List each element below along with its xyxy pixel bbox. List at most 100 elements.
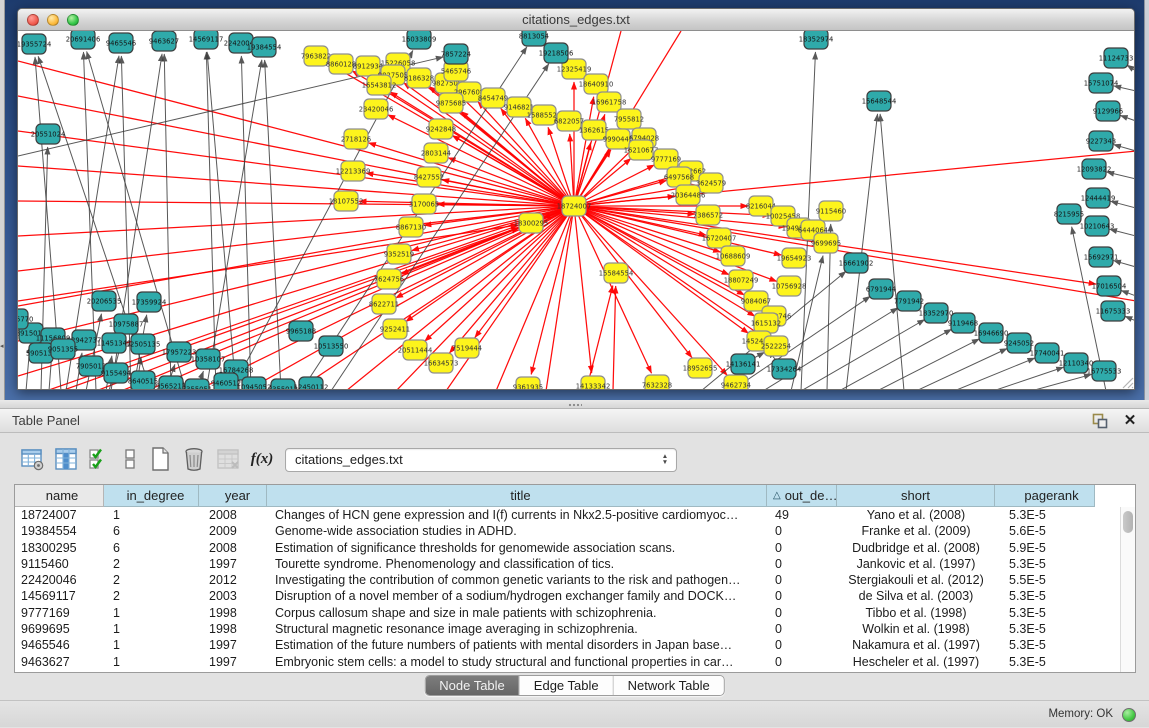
svg-text:18300295: 18300295 [514,219,549,227]
network-canvas[interactable]: 1872400779638228860128891293415226058982… [18,31,1135,390]
table-source-combobox[interactable]: citations_edges.txt ▲▼ [285,448,677,472]
svg-text:7355051: 7355051 [182,385,212,390]
table-row[interactable]: 1938455462009Genome-wide association stu… [15,523,1135,539]
table-scrollbar[interactable] [1120,507,1135,672]
tab-network-table[interactable]: Network Table [614,676,724,695]
svg-text:23420046: 23420046 [359,105,394,113]
float-panel-icon[interactable] [1091,412,1109,430]
svg-text:10358107: 10358107 [191,355,226,363]
table-row[interactable]: 977716911998Corpus callosum shape and si… [15,605,1135,621]
svg-text:17334264: 17334264 [767,365,802,373]
table-row[interactable]: 1830029562008Estimation of significance … [15,540,1135,556]
column-header-title[interactable]: title [267,485,767,507]
svg-text:18952655: 18952655 [683,364,718,372]
svg-text:8215955: 8215955 [1054,210,1084,218]
svg-text:5465746: 5465746 [441,67,471,75]
table-row[interactable]: 1456911722003Disruption of a novel membe… [15,588,1135,604]
divider-grip-icon[interactable] [568,403,582,407]
column-header-name[interactable]: name [15,485,104,507]
column-header-in_degree[interactable]: in_degree [104,485,199,507]
svg-text:20511444: 20511444 [398,346,433,354]
tab-edge-table[interactable]: Edge Table [520,676,614,695]
resize-grip-icon[interactable] [1120,375,1134,389]
combobox-value: citations_edges.txt [295,452,403,467]
svg-text:20551024: 20551024 [31,130,66,138]
svg-text:10945052: 10945052 [237,383,272,390]
svg-text:7955812: 7955812 [614,115,644,123]
svg-text:7632328: 7632328 [642,381,672,389]
close-panel-icon[interactable]: ✕ [1121,412,1139,430]
split-pane-divider[interactable] [0,400,1149,409]
svg-text:18724007: 18724007 [557,202,592,210]
svg-text:2718126: 2718126 [341,135,371,143]
svg-text:19218506: 19218506 [539,49,574,57]
svg-text:8186328: 8186328 [404,74,434,82]
svg-text:19384554: 19384554 [247,43,282,51]
table-row[interactable]: 1872400712008Changes of HCN gene express… [15,507,1135,523]
svg-text:17016504: 17016504 [1092,282,1127,290]
svg-text:9129966: 9129966 [1093,107,1123,115]
svg-text:9463627: 9463627 [149,37,179,45]
table-tabs: Node TableEdge TableNetwork Table [424,675,725,696]
svg-text:12444419: 12444419 [1081,194,1116,202]
memory-indicator-icon[interactable] [1122,708,1136,722]
svg-text:17359924: 17359924 [132,298,167,306]
svg-text:11675333: 11675333 [1096,307,1131,315]
column-header-year[interactable]: year [199,485,267,507]
svg-text:8860128: 8860128 [326,60,356,68]
svg-text:15648544: 15648544 [862,97,897,105]
svg-text:12325419: 12325419 [557,65,592,73]
svg-text:12213369: 12213369 [336,167,371,175]
svg-text:2803144: 2803144 [421,149,451,157]
table-panel: Table Panel ✕ [0,409,1149,727]
node-table[interactable]: namein_degreeyeartitle△out_de…shortpager… [14,484,1136,673]
svg-text:1362615: 1362615 [579,126,609,134]
svg-text:12093822: 12093822 [1077,165,1112,173]
delete-trash-icon[interactable] [180,445,208,473]
svg-text:16543812: 16543812 [362,81,397,89]
svg-text:13035770: 13035770 [18,315,33,323]
svg-text:9699695: 9699695 [811,239,841,247]
network-window-titlebar[interactable]: citations_edges.txt [18,9,1134,31]
svg-text:14569117: 14569117 [189,35,224,43]
new-document-icon[interactable] [146,445,174,473]
sort-ascending-icon: △ [773,490,781,501]
svg-text:6822057: 6822057 [554,117,584,125]
combobox-stepper-icon: ▲▼ [658,450,672,470]
svg-text:6497568: 6497568 [664,173,694,181]
svg-text:9155494: 9155494 [101,369,131,377]
svg-text:14136141: 14136141 [726,360,761,368]
svg-text:9875685: 9875685 [436,99,466,107]
select-all-icon[interactable] [86,445,114,473]
function-builder-icon[interactable]: f(x) [248,445,276,473]
table-row[interactable]: 911546021997Tourette syndrome. Phenomeno… [15,556,1135,572]
svg-text:8640515: 8640515 [128,377,158,385]
network-view-window: citations_edges.txt 18724007796382288601… [17,8,1135,390]
svg-text:8912934: 8912934 [353,62,383,70]
memory-status-label: Memory: OK [1048,701,1113,728]
column-header-pagerank[interactable]: pagerank [995,485,1095,507]
tab-node-table[interactable]: Node Table [425,676,520,695]
toggle-rows-icon[interactable] [116,445,144,473]
network-window-title: citations_edges.txt [18,9,1134,31]
scrollbar-thumb[interactable] [1123,511,1133,533]
collapse-arrow-icon[interactable]: ◂ [0,342,5,352]
svg-text:16775533: 16775533 [1087,367,1122,375]
svg-text:19355724: 19355724 [18,40,51,48]
table-row[interactable]: 2242004622012Investigating the contribut… [15,572,1135,588]
svg-text:18640910: 18640910 [579,80,614,88]
svg-text:7624756: 7624756 [374,275,404,283]
column-header-out_de[interactable]: △out_de… [767,485,837,507]
status-bar: Memory: OK [0,700,1149,727]
table-row[interactable]: 969969511998Structural magnetic resonanc… [15,621,1135,637]
table-row[interactable]: 946554611997Estimation of the future num… [15,637,1135,653]
svg-text:10513550: 10513550 [314,342,349,350]
svg-text:16946690: 16946690 [974,329,1009,337]
column-chooser-icon[interactable] [52,445,80,473]
svg-text:8454749: 8454749 [478,94,508,102]
column-header-short[interactable]: short [837,485,995,507]
table-row[interactable]: 946362711997Embryonic stem cells: a mode… [15,654,1135,670]
svg-text:9242848: 9242848 [426,125,456,133]
table-settings-icon[interactable] [18,445,46,473]
svg-text:9227343: 9227343 [1086,137,1116,145]
